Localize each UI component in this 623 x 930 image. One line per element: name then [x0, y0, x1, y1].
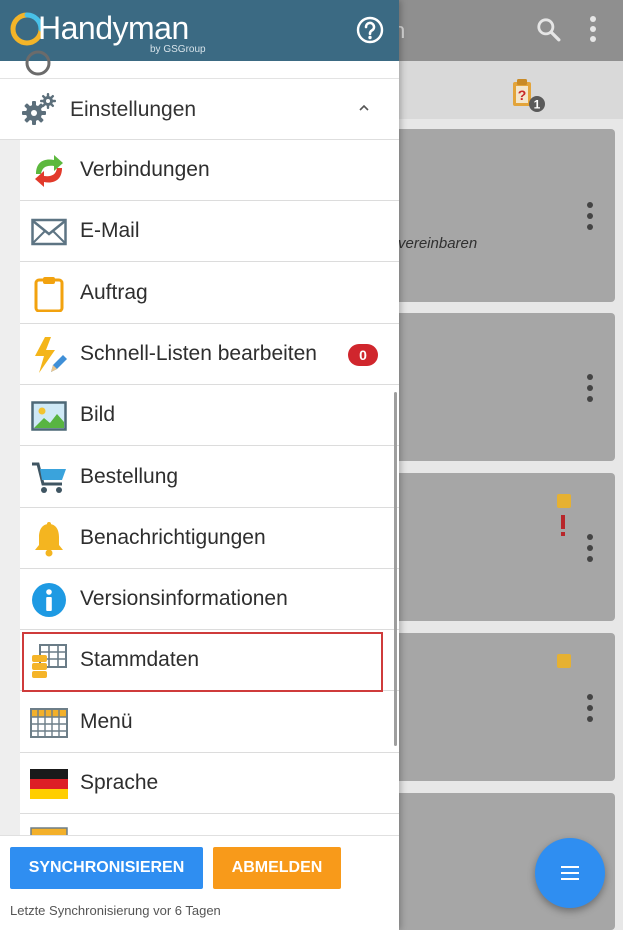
drawer-item-bild[interactable]: Bild [20, 385, 399, 446]
section-settings-label: Einstellungen [70, 98, 197, 121]
drawer-item-label: Bestellung [80, 465, 179, 488]
clipboard-icon [30, 275, 68, 313]
drawer-item-label: Stammdaten [80, 648, 200, 671]
sync-button[interactable]: SYNCHRONISIEREN [10, 847, 203, 889]
open-orders-icon[interactable]: ? 1 [510, 77, 546, 113]
card-more-icon[interactable] [581, 201, 599, 231]
submenu-indent [0, 140, 20, 835]
order-card[interactable]: vereinbaren [380, 129, 615, 302]
search-icon[interactable] [535, 16, 561, 42]
drawer-item-partial[interactable] [0, 50, 399, 79]
drawer-item-email[interactable]: E-Mail [20, 201, 399, 262]
card-more-icon[interactable] [581, 533, 599, 563]
drawer-footer: SYNCHRONISIEREN ABMELDEN Letzte Synchron… [0, 835, 399, 930]
note-icon [557, 494, 571, 508]
drawer-item-verbindungen[interactable]: Verbindungen [20, 140, 399, 201]
connections-icon [30, 152, 68, 190]
drawer-item-label: Schnell-Listen bearbeiten [80, 342, 317, 365]
sync-status-text: Letzte Synchronisierung vor 6 Tagen [10, 903, 221, 918]
bell-icon [30, 520, 68, 558]
drawer-item-versionsinformationen[interactable]: Versionsinformationen [20, 569, 399, 630]
app-logo-subtitle: by GSGroup [150, 44, 206, 55]
drawer-item-label: E-Mail [80, 219, 140, 242]
help-icon[interactable] [356, 16, 384, 44]
drawer-item-auftrag[interactable]: Auftrag [20, 263, 399, 324]
drawer-item-label: Versionsinformationen [80, 587, 288, 610]
fab-menu-button[interactable] [535, 838, 605, 908]
email-icon [30, 213, 68, 251]
priority-icon [561, 515, 565, 536]
clock-icon [25, 50, 51, 76]
card-more-icon[interactable] [581, 693, 599, 723]
count-badge: 0 [348, 344, 378, 366]
order-card[interactable] [380, 473, 615, 621]
drawer-item-label: Bild [80, 403, 116, 426]
order-card[interactable] [380, 313, 615, 461]
drawer-item-label: Benachrichtigungen [80, 526, 266, 549]
section-settings[interactable]: Einstellungen [0, 79, 399, 140]
chevron-up-icon[interactable] [357, 103, 371, 113]
shopping-cart-icon [30, 459, 68, 497]
german-flag-icon [30, 765, 68, 803]
drawer-item-sprache[interactable]: Sprache [20, 753, 399, 814]
tab-badge-count: 1 [534, 98, 541, 112]
drawer-item-label: Menü [80, 710, 133, 733]
drawer-item-benachrichtigungen[interactable]: Benachrichtigungen [20, 508, 399, 569]
image-icon [30, 397, 68, 435]
drawer-item-label: Sprache [80, 771, 159, 794]
app-logo-text: Handyman [38, 10, 189, 46]
note-icon [557, 654, 571, 668]
drawer-scrollbar[interactable] [394, 392, 397, 746]
drawer-item-stammdaten[interactable]: Stammdaten [20, 630, 399, 691]
master-data-icon [30, 642, 68, 680]
drawer-item-bestellung[interactable]: Bestellung [20, 447, 399, 508]
drawer-item-label: Verbindungen [80, 158, 210, 181]
quick-list-edit-icon [30, 336, 68, 374]
menu-grid-icon [30, 704, 68, 742]
drawer-header: Handyman by GSGroup [0, 0, 399, 61]
navigation-drawer: Handyman by GSGroup Einstellungen Verbin… [0, 0, 399, 930]
order-card[interactable] [380, 633, 615, 781]
menu-icon [561, 866, 579, 880]
card-text: vereinbaren [398, 235, 478, 252]
card-more-icon[interactable] [581, 373, 599, 403]
drawer-item-label: Auftrag [80, 281, 148, 304]
logout-button[interactable]: ABMELDEN [213, 847, 341, 889]
more-vert-icon[interactable] [583, 14, 603, 44]
info-icon [30, 581, 68, 619]
gears-icon [22, 93, 56, 125]
svg-text:?: ? [518, 87, 527, 103]
drawer-item-schnell-listen[interactable]: Schnell-Listen bearbeiten 0 [20, 324, 399, 385]
drawer-item-menue[interactable]: Menü [20, 692, 399, 753]
